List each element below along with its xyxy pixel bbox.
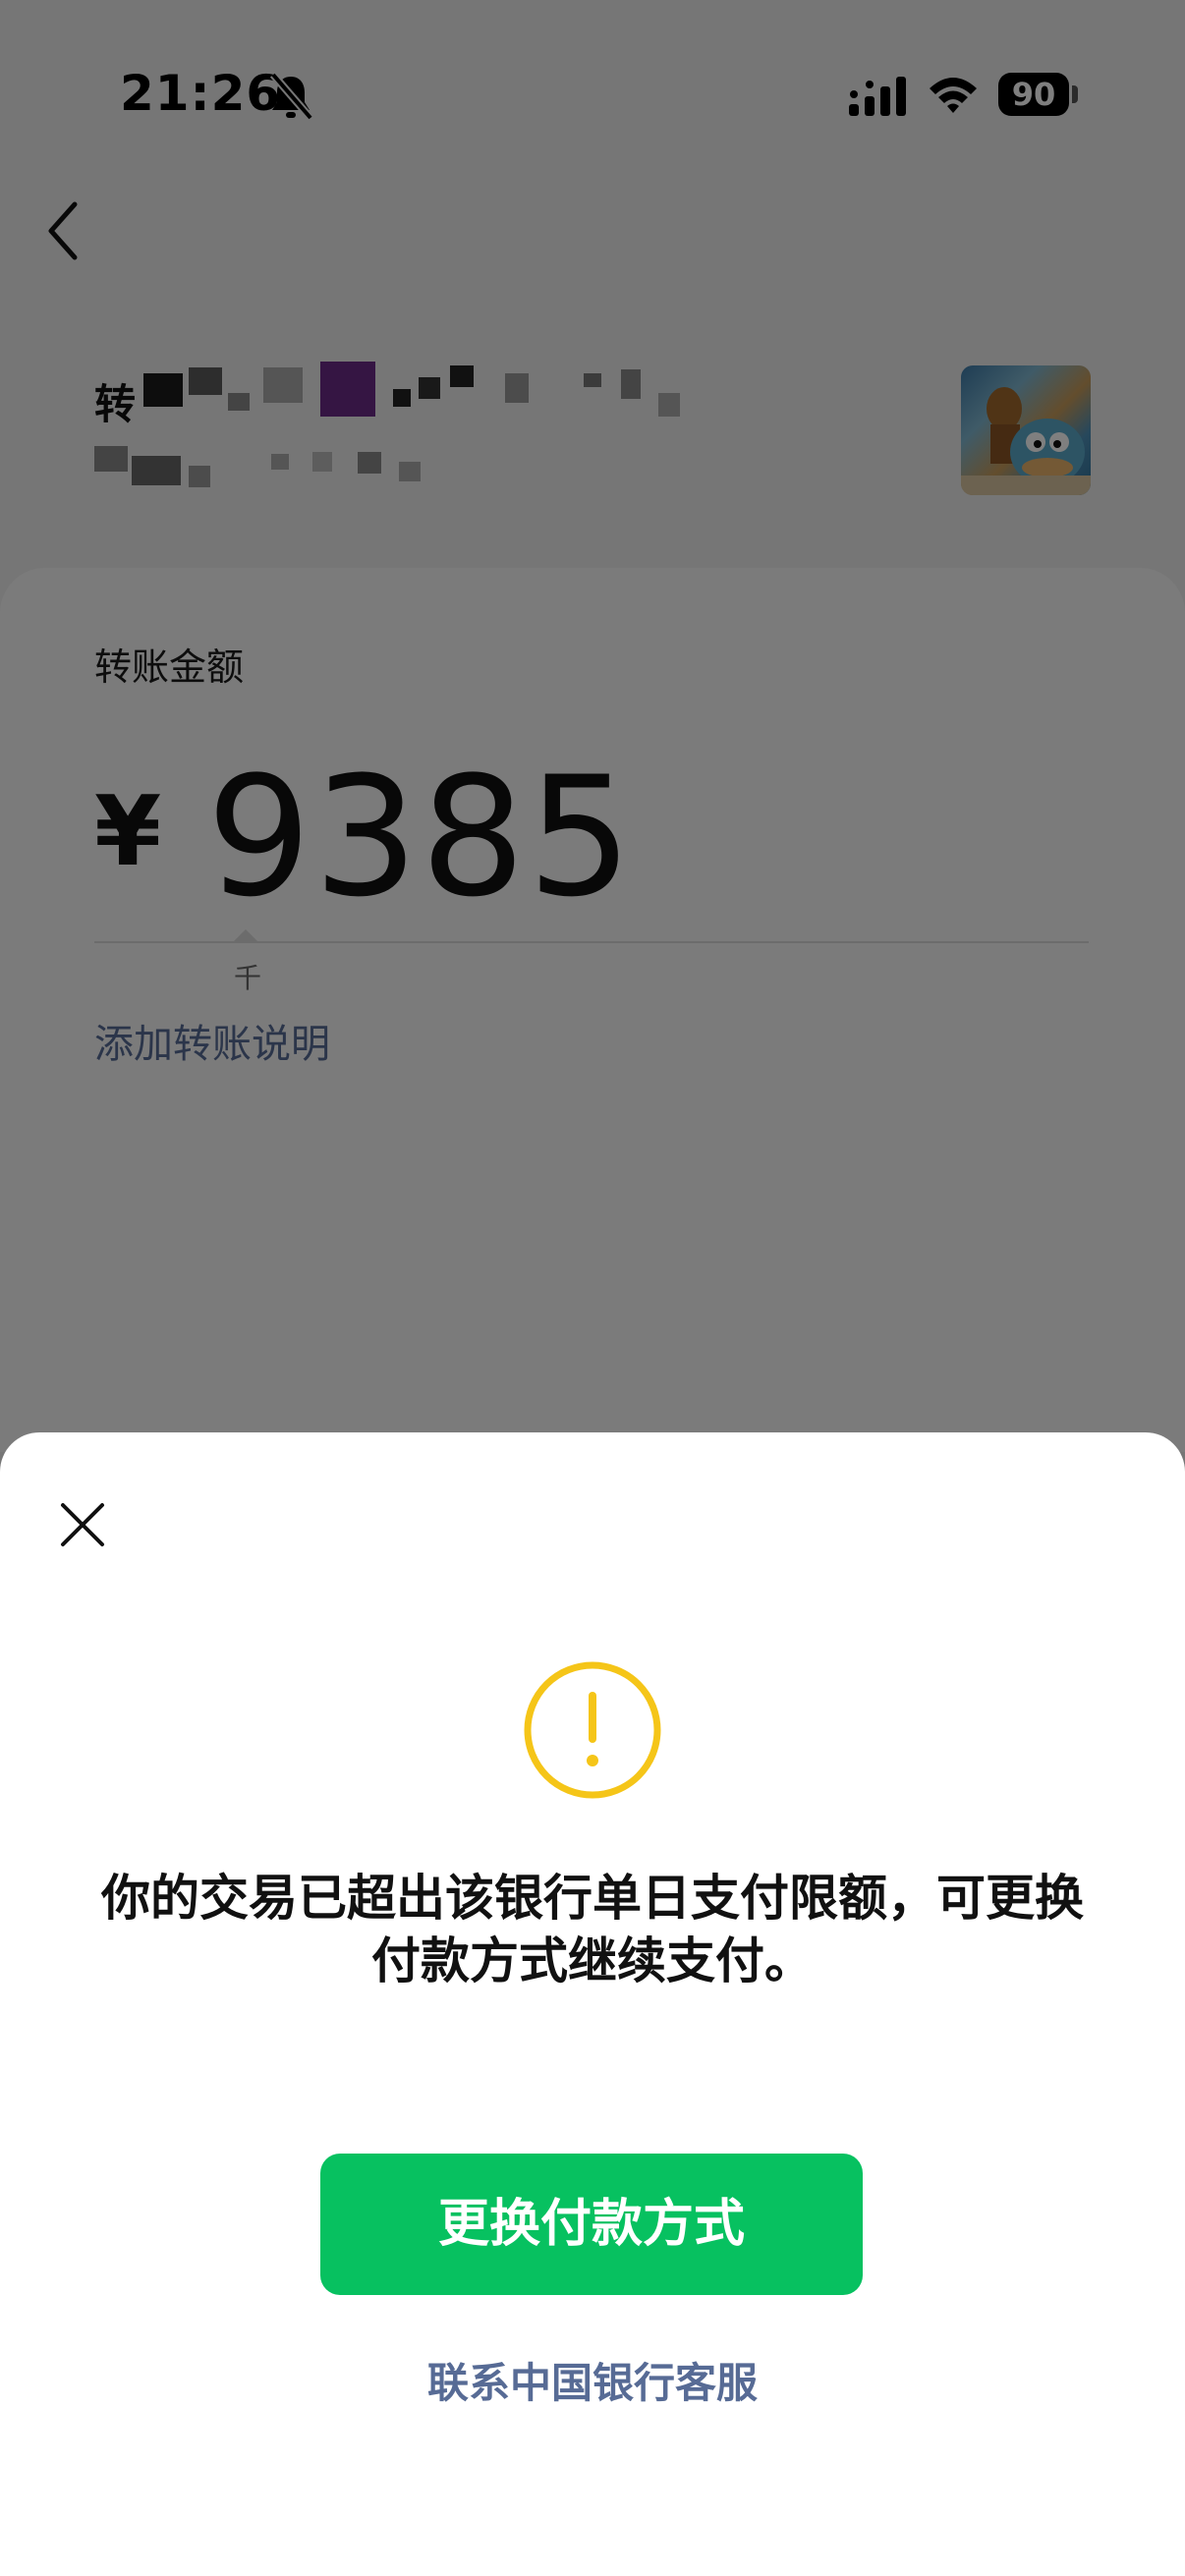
limit-exceeded-message: 你的交易已超出该银行单日支付限额，可更换付款方式继续支付。 <box>101 1870 1084 1989</box>
transfer-page: 21:26 90 转 <box>0 0 1185 2576</box>
exclamation-circle-icon <box>524 1661 661 1799</box>
close-icon[interactable] <box>57 1499 108 1550</box>
contact-bank-support-link[interactable]: 联系中国银行客服 <box>0 2350 1185 2410</box>
change-payment-method-button[interactable]: 更换付款方式 <box>320 2154 863 2295</box>
